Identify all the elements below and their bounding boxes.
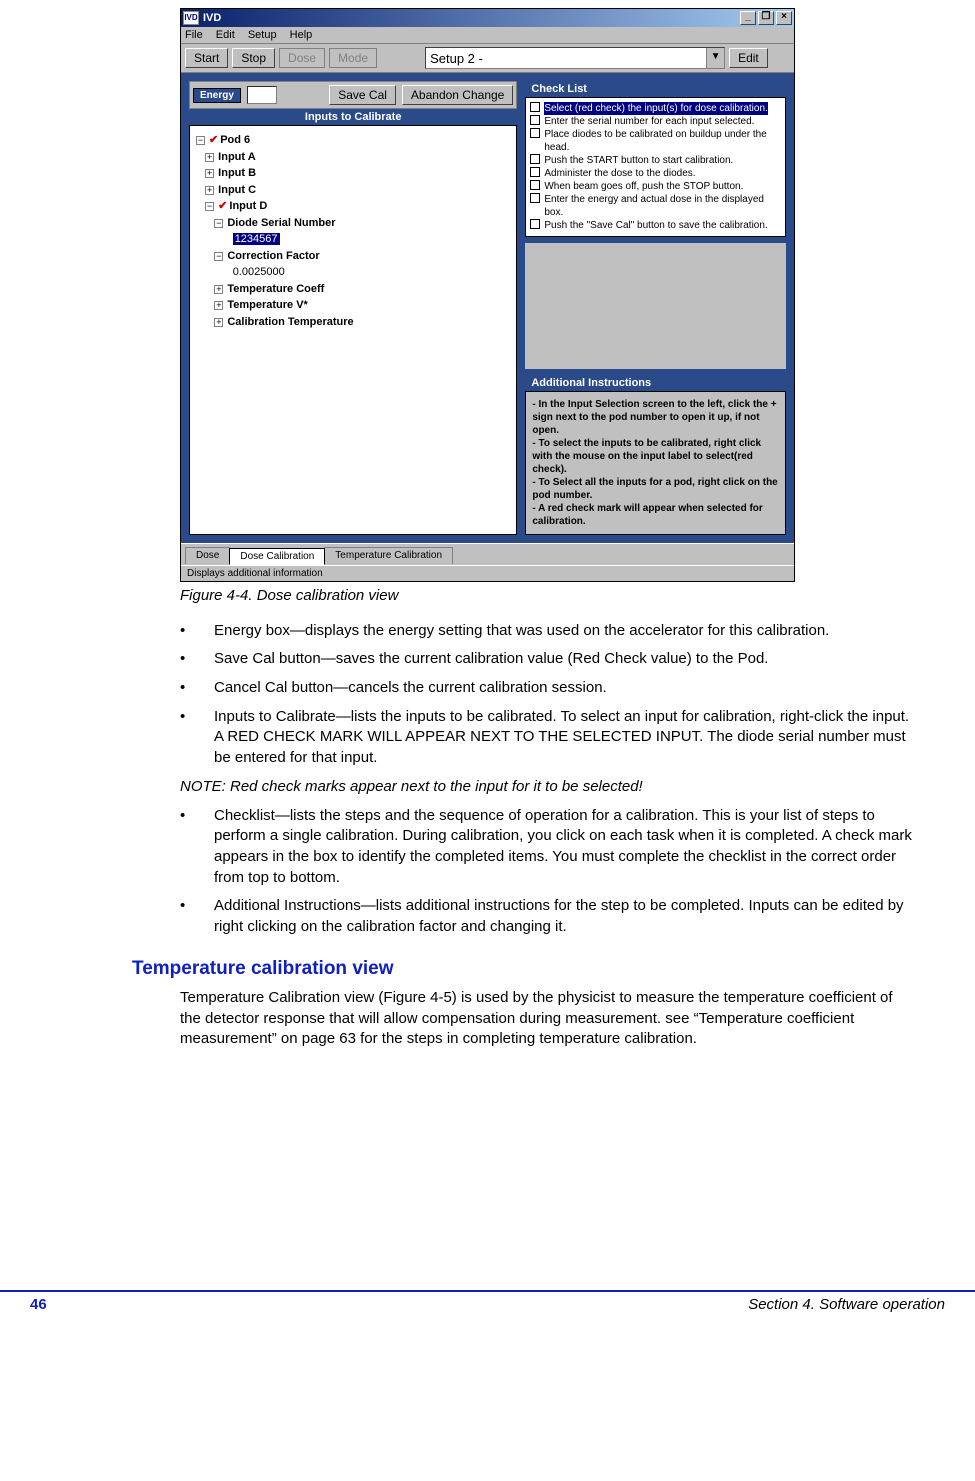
list-item: Save Cal button—saves the current calibr… [180, 649, 915, 670]
mode-button[interactable]: Mode [329, 48, 377, 68]
section-label: Section 4. Software operation [748, 1296, 945, 1313]
toolbar: Start Stop Dose Mode ▼ Edit [181, 44, 794, 73]
inputs-tree[interactable]: −✔Pod 6 +Input A +Input B +Input C −✔Inp… [189, 125, 517, 535]
list-item: Additional Instructions—lists additional… [180, 896, 915, 937]
tree-cf[interactable]: Correction Factor [227, 250, 319, 262]
app-icon: IVD [183, 11, 199, 25]
tree-cal-temp[interactable]: Calibration Temperature [227, 316, 353, 328]
spacer-panel [525, 243, 786, 369]
maximize-button[interactable]: ❐ [758, 11, 774, 25]
tab-temperature-calibration[interactable]: Temperature Calibration [324, 547, 453, 564]
setup-combo-value[interactable] [426, 48, 706, 68]
note-text: NOTE: Red check marks appear next to the… [180, 777, 915, 798]
menu-edit[interactable]: Edit [216, 29, 235, 41]
checklist-title: Check List [525, 81, 786, 97]
section-heading: Temperature calibration view [132, 956, 915, 982]
tree-pod[interactable]: Pod 6 [220, 134, 250, 146]
window-title: IVD [203, 12, 221, 24]
dose-button[interactable]: Dose [279, 48, 325, 68]
bullet-list-2: Checklist—lists the steps and the sequen… [180, 806, 915, 938]
section-body: Temperature Calibration view (Figure 4-5… [180, 988, 915, 1050]
abandon-change-button[interactable]: Abandon Change [402, 85, 513, 105]
additional-title: Additional Instructions [525, 375, 786, 391]
page-footer: 46 Section 4. Software operation [0, 1290, 975, 1323]
list-item: Inputs to Calibrate—lists the inputs to … [180, 707, 915, 769]
tree-input-c[interactable]: Input C [218, 184, 256, 196]
checklist-item[interactable]: Enter the energy and actual dose in the … [530, 193, 781, 219]
app-window: IVD IVD _ ❐ × File Edit Setup Help Start… [180, 8, 795, 582]
checklist: Select (red check) the input(s) for dose… [525, 97, 786, 237]
stop-button[interactable]: Stop [232, 48, 275, 68]
chevron-down-icon[interactable]: ▼ [706, 48, 724, 68]
minimize-button[interactable]: _ [740, 11, 756, 25]
titlebar: IVD IVD _ ❐ × [181, 9, 794, 27]
tree-temp-v[interactable]: Temperature V* [227, 299, 308, 311]
close-button[interactable]: × [776, 11, 792, 25]
tree-input-a[interactable]: Input A [218, 151, 255, 163]
tree-input-b[interactable]: Input B [218, 167, 256, 179]
setup-combo[interactable]: ▼ [425, 47, 725, 69]
list-item: Cancel Cal button—cancels the current ca… [180, 678, 915, 699]
checklist-item[interactable]: Select (red check) the input(s) for dose… [530, 102, 781, 115]
additional-instructions: - In the Input Selection screen to the l… [525, 391, 786, 535]
list-item: Energy box—displays the energy setting t… [180, 621, 915, 642]
bullet-list-1: Energy box—displays the energy setting t… [180, 621, 915, 769]
tab-strip: Dose Dose Calibration Temperature Calibr… [181, 543, 794, 565]
tree-dsn-value[interactable]: 1234567 [233, 233, 280, 245]
tree-input-d[interactable]: Input D [229, 200, 267, 212]
figure-caption: Figure 4-4. Dose calibration view [180, 586, 915, 607]
page-number: 46 [30, 1296, 47, 1313]
tab-dose-calibration[interactable]: Dose Calibration [229, 548, 325, 565]
menu-bar: File Edit Setup Help [181, 27, 794, 44]
start-button[interactable]: Start [185, 48, 228, 68]
menu-file[interactable]: File [185, 29, 203, 41]
checklist-item[interactable]: Place diodes to be calibrated on buildup… [530, 128, 781, 154]
tree-cf-value[interactable]: 0.0025000 [233, 266, 285, 278]
save-cal-button[interactable]: Save Cal [329, 85, 396, 105]
checklist-item[interactable]: When beam goes off, push the STOP button… [530, 180, 781, 193]
menu-help[interactable]: Help [290, 29, 313, 41]
checklist-item[interactable]: Push the START button to start calibrati… [530, 154, 781, 167]
tree-dsn[interactable]: Diode Serial Number [227, 217, 335, 229]
energy-label: Energy [193, 88, 241, 103]
workspace: Energy Save Cal Abandon Change Inputs to… [181, 73, 794, 543]
checklist-item[interactable]: Administer the dose to the diodes. [530, 167, 781, 180]
tree-temp-coeff[interactable]: Temperature Coeff [227, 283, 324, 295]
edit-button[interactable]: Edit [729, 48, 768, 68]
status-bar: Displays additional information [181, 565, 794, 581]
inputs-title: Inputs to Calibrate [189, 109, 517, 125]
list-item: Checklist—lists the steps and the sequen… [180, 806, 915, 889]
tab-dose[interactable]: Dose [185, 547, 230, 564]
energy-input[interactable] [247, 86, 277, 104]
energy-bar: Energy Save Cal Abandon Change [189, 81, 517, 109]
checklist-item[interactable]: Enter the serial number for each input s… [530, 115, 781, 128]
checklist-item[interactable]: Push the "Save Cal" button to save the c… [530, 219, 781, 232]
menu-setup[interactable]: Setup [248, 29, 277, 41]
